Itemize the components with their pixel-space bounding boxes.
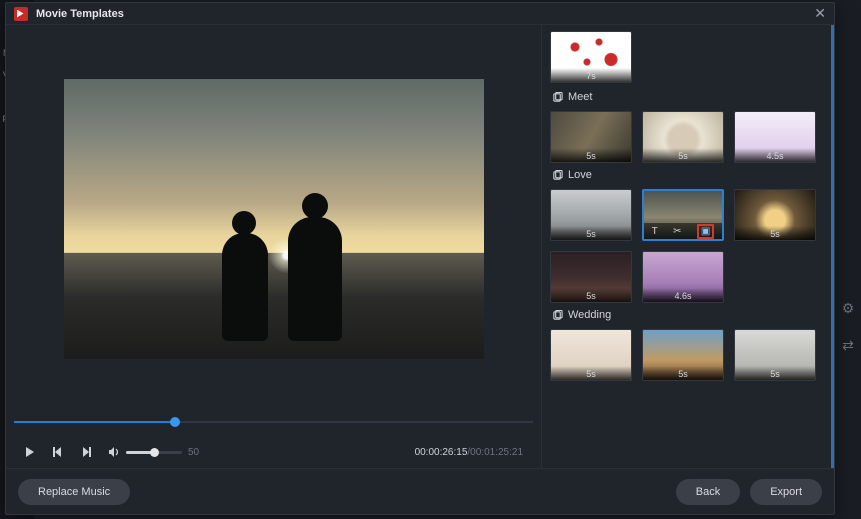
back-button[interactable]: Back bbox=[676, 479, 740, 505]
thumb-duration: 5s bbox=[551, 226, 631, 240]
player-controls: 50 00:00:26:15/00:01:25:21 bbox=[10, 437, 537, 467]
titlebar: Movie Templates ✕ bbox=[6, 3, 834, 25]
cut-tool-icon[interactable]: ✂ bbox=[673, 226, 681, 237]
gear-icon[interactable]: ⚙ bbox=[842, 300, 855, 317]
time-current: 00:00:26:15 bbox=[415, 447, 468, 458]
thumb-duration: 5s bbox=[735, 366, 815, 380]
preview-frame bbox=[64, 79, 484, 359]
scrub-bar[interactable] bbox=[14, 409, 533, 437]
category-name: Meet bbox=[568, 91, 592, 103]
thumb-duration: 5s bbox=[643, 366, 723, 380]
play-icon[interactable] bbox=[24, 446, 36, 458]
template-thumb[interactable]: 5s bbox=[642, 111, 724, 163]
thumb-duration: 5s bbox=[551, 148, 631, 162]
template-thumb[interactable]: 5s bbox=[734, 329, 816, 381]
copy-icon bbox=[552, 170, 563, 181]
preview-art bbox=[64, 79, 484, 359]
preview-viewport bbox=[26, 29, 521, 409]
thumb-duration: 7s bbox=[551, 68, 631, 82]
template-thumb[interactable]: 5s bbox=[550, 329, 632, 381]
text-tool-icon[interactable]: T bbox=[652, 226, 658, 237]
time-total: 00:01:25:21 bbox=[470, 447, 523, 458]
thumb-duration: 5s bbox=[643, 148, 723, 162]
shuffle-icon[interactable]: ⇄ bbox=[842, 337, 854, 354]
category-header: Love bbox=[552, 169, 823, 181]
dialog-title: Movie Templates bbox=[36, 8, 124, 20]
template-grid: 5s 5s 4.5s bbox=[550, 111, 823, 163]
template-thumb[interactable]: 5s bbox=[550, 111, 632, 163]
volume-control[interactable]: 50 bbox=[108, 446, 199, 458]
template-thumb[interactable]: 5s bbox=[734, 189, 816, 241]
template-grid: 5s T ✂ ▣ 5s 5s 4.6s bbox=[550, 189, 823, 303]
preview-art bbox=[288, 217, 342, 341]
close-icon[interactable]: ✕ bbox=[814, 5, 826, 22]
thumb-duration: 5s bbox=[551, 366, 631, 380]
volume-track[interactable] bbox=[126, 451, 182, 454]
template-thumb[interactable]: T ✂ ▣ bbox=[642, 189, 724, 241]
category-name: Wedding bbox=[568, 309, 611, 321]
replace-music-button[interactable]: Replace Music bbox=[18, 479, 130, 505]
volume-value: 50 bbox=[188, 447, 199, 458]
scrub-fill bbox=[14, 421, 175, 423]
category-header: Meet bbox=[552, 91, 823, 103]
thumb-duration: 5s bbox=[551, 288, 631, 302]
thumb-duration: 5s bbox=[735, 226, 815, 240]
thumb-duration: 4.5s bbox=[735, 148, 815, 162]
template-category: Wedding 5s 5s 5s bbox=[550, 309, 823, 381]
category-header: Wedding bbox=[552, 309, 823, 321]
thumb-tools: T ✂ ▣ bbox=[644, 223, 722, 239]
copy-icon bbox=[552, 92, 563, 103]
image-tool-icon[interactable]: ▣ bbox=[697, 224, 714, 239]
thumb-duration: 4.6s bbox=[643, 288, 723, 302]
right-tool-strip: ⚙ ⇄ bbox=[835, 300, 861, 354]
next-frame-icon[interactable] bbox=[80, 446, 92, 458]
app-logo-icon bbox=[14, 7, 28, 21]
preview-art bbox=[222, 233, 268, 341]
template-thumb[interactable]: 4.6s bbox=[642, 251, 724, 303]
template-thumb[interactable]: 4.5s bbox=[734, 111, 816, 163]
template-category: Love 5s T ✂ ▣ 5s 5s 4.6s bbox=[550, 169, 823, 303]
template-category: Meet 5s 5s 4.5s bbox=[550, 91, 823, 163]
timecode: 00:00:26:15/00:01:25:21 bbox=[415, 447, 523, 458]
volume-knob[interactable] bbox=[150, 448, 159, 457]
template-thumb[interactable]: 5s bbox=[550, 251, 632, 303]
volume-icon[interactable] bbox=[108, 446, 120, 458]
template-thumb[interactable]: 5s bbox=[550, 189, 632, 241]
scrub-knob[interactable] bbox=[170, 417, 180, 427]
template-list[interactable]: 7s Meet 5s 5s 4.5s Love 5s T ✂ ▣ 5s 5s 4.6s Wedding 5… bbox=[542, 25, 834, 468]
template-grid: 5s 5s 5s bbox=[550, 329, 823, 381]
movie-templates-dialog: Movie Templates ✕ bbox=[5, 2, 835, 515]
category-name: Love bbox=[568, 169, 592, 181]
template-thumb[interactable]: 7s bbox=[550, 31, 632, 83]
preview-panel: 50 00:00:26:15/00:01:25:21 bbox=[6, 25, 542, 468]
template-thumb[interactable]: 5s bbox=[642, 329, 724, 381]
prev-frame-icon[interactable] bbox=[52, 446, 64, 458]
export-button[interactable]: Export bbox=[750, 479, 822, 505]
copy-icon bbox=[552, 310, 563, 321]
dialog-footer: Replace Music Back Export bbox=[6, 468, 834, 514]
